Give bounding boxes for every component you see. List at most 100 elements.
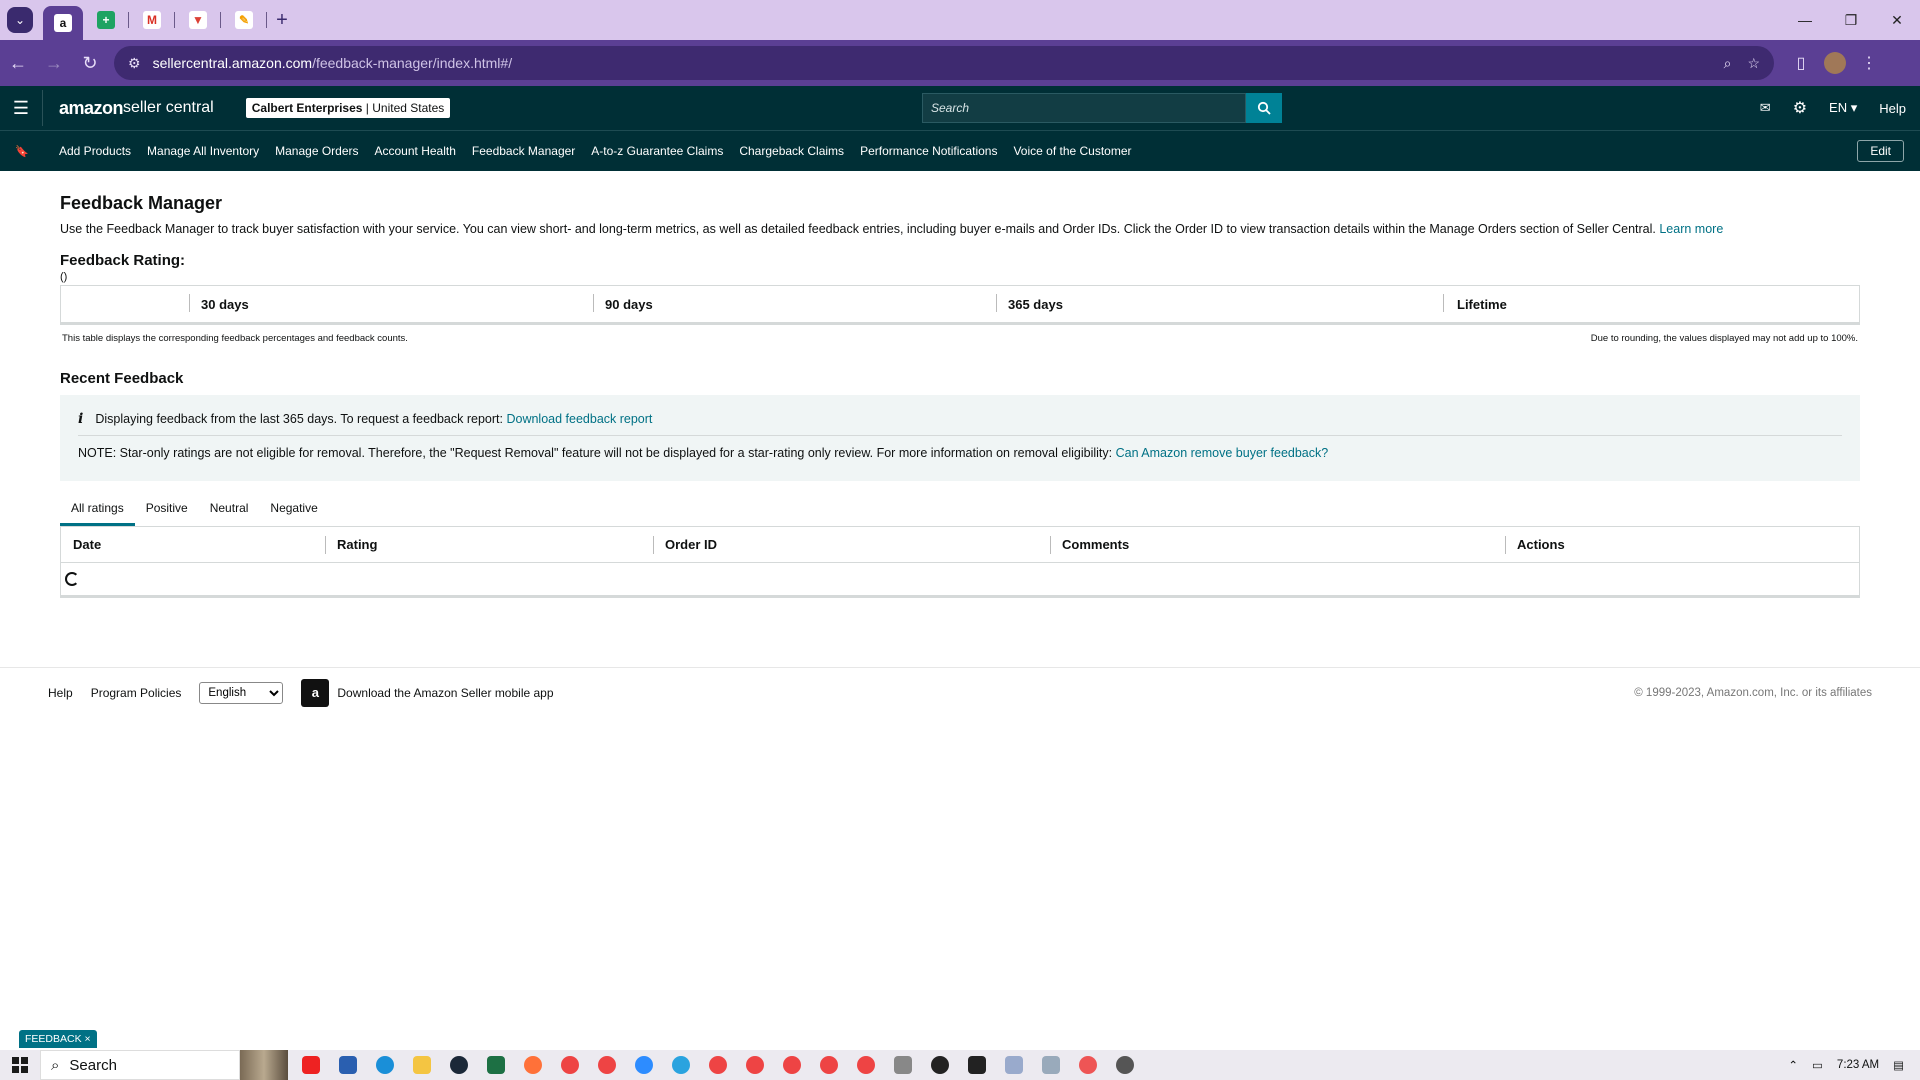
main-content: Feedback Manager Use the Feedback Manage… (60, 171, 1860, 598)
pen-favicon-icon: ✎ (235, 11, 253, 29)
zoom-icon[interactable]: ⌕ (1724, 55, 1732, 72)
settings-gear-icon[interactable]: ⚙ (1793, 98, 1807, 118)
page-footer: Help Program Policies English a Download… (0, 667, 1920, 717)
notifications-icon[interactable]: ▤ (1893, 1058, 1904, 1072)
feedback-widget-tab[interactable]: FEEDBACK × (19, 1030, 97, 1048)
tab-all-ratings[interactable]: All ratings (60, 501, 135, 526)
taskbar-chrome-2-icon[interactable] (598, 1056, 616, 1074)
browser-menu-icon[interactable]: ⋮ (1852, 46, 1886, 80)
nav-a-to-z-claims[interactable]: A-to-z Guarantee Claims (591, 144, 723, 158)
taskbar-excel-icon[interactable] (487, 1056, 505, 1074)
mobile-app-link[interactable]: a Download the Amazon Seller mobile app (301, 678, 554, 707)
windows-taskbar: ⌕ Search ⌃ ▭ 7:23 AM ▤ (0, 1050, 1920, 1080)
taskbar-chrome-4-icon[interactable] (746, 1056, 764, 1074)
footer-language-select[interactable]: English (199, 681, 284, 704)
taskbar-firefox-icon[interactable] (524, 1056, 542, 1074)
profile-avatar[interactable] (1818, 46, 1852, 80)
tab-todoist[interactable]: ▼ (175, 6, 221, 34)
hamburger-menu-icon[interactable]: ☰ (0, 98, 42, 119)
minimize-icon[interactable]: — (1782, 0, 1828, 40)
intro-text: Use the Feedback Manager to track buyer … (60, 222, 1656, 236)
restore-icon[interactable]: ❐ (1828, 0, 1874, 40)
taskbar-terminal-icon[interactable] (968, 1056, 986, 1074)
tab-negative[interactable]: Negative (259, 501, 328, 526)
todoist-favicon-icon: ▼ (189, 11, 207, 29)
taskbar-app-blue-icon[interactable] (339, 1056, 357, 1074)
taskbar-edge-icon[interactable] (376, 1056, 394, 1074)
col-order-id[interactable]: Order ID (653, 535, 1050, 554)
mail-icon[interactable]: ✉ (1760, 100, 1771, 116)
tray-chevron-icon[interactable]: ⌃ (1788, 1058, 1798, 1072)
new-tab-button[interactable]: + (267, 6, 297, 34)
nav-performance-notifications[interactable]: Performance Notifications (860, 144, 997, 158)
nav-account-health[interactable]: Account Health (375, 144, 456, 158)
close-window-icon[interactable]: ✕ (1874, 0, 1920, 40)
taskbar-github-icon[interactable] (931, 1056, 949, 1074)
bookmark-icon[interactable]: 🔖 (0, 145, 44, 158)
taskbar-search[interactable]: ⌕ Search (40, 1050, 240, 1080)
footer-help-link[interactable]: Help (48, 686, 73, 700)
taskbar-app-red-icon[interactable] (302, 1056, 320, 1074)
taskbar-search-label: Search (69, 1056, 117, 1074)
taskbar-zoom-icon[interactable] (635, 1056, 653, 1074)
side-panel-icon[interactable]: ▯ (1784, 46, 1818, 80)
forward-icon[interactable]: → (36, 45, 72, 81)
taskbar-chrome-5-icon[interactable] (783, 1056, 801, 1074)
taskbar-apps (302, 1056, 1134, 1074)
edit-nav-button[interactable]: Edit (1857, 140, 1904, 162)
nav-chargeback-claims[interactable]: Chargeback Claims (739, 144, 844, 158)
taskbar-chrome-6-icon[interactable] (820, 1056, 838, 1074)
taskbar-steam-icon[interactable] (450, 1056, 468, 1074)
rating-col-365-days: 365 days (996, 294, 1443, 314)
nav-feedback-manager[interactable]: Feedback Manager (472, 144, 575, 158)
windows-start-icon[interactable] (0, 1057, 40, 1073)
amazon-seller-central-logo[interactable]: amazon seller central (42, 90, 214, 126)
col-rating[interactable]: Rating (325, 535, 653, 554)
nav-voice-of-customer[interactable]: Voice of the Customer (1013, 144, 1131, 158)
feedback-table: Date Rating Order ID Comments Actions (60, 526, 1860, 598)
col-comments[interactable]: Comments (1050, 535, 1505, 554)
address-bar[interactable]: ⚙ sellercentral.amazon.com/feedback-mana… (114, 46, 1774, 80)
back-icon[interactable]: ← (0, 45, 36, 81)
amazon-app-icon: a (301, 678, 330, 707)
taskbar-chrome-7-icon[interactable] (857, 1056, 875, 1074)
taskbar-chrome-icon[interactable] (561, 1056, 579, 1074)
help-link[interactable]: Help (1879, 101, 1906, 116)
col-actions[interactable]: Actions (1505, 535, 1805, 554)
taskbar-chrome-3-icon[interactable] (709, 1056, 727, 1074)
battery-icon[interactable]: ▭ (1812, 1058, 1823, 1072)
nav-manage-orders[interactable]: Manage Orders (275, 144, 358, 158)
tab-search-icon[interactable]: ⌄ (7, 7, 33, 33)
taskbar-snipping-icon[interactable] (1042, 1056, 1060, 1074)
account-switcher[interactable]: Calbert Enterprises | United States (245, 98, 451, 118)
tab-sheets[interactable]: + (83, 6, 129, 34)
removal-eligibility-link[interactable]: Can Amazon remove buyer feedback? (1116, 446, 1329, 460)
taskbar-settings-icon[interactable] (1116, 1056, 1134, 1074)
language-selector[interactable]: EN ▾ (1829, 100, 1857, 116)
nav-manage-inventory[interactable]: Manage All Inventory (147, 144, 259, 158)
tab-positive[interactable]: Positive (135, 501, 199, 526)
bookmark-star-icon[interactable]: ☆ (1747, 55, 1760, 72)
nav-add-products[interactable]: Add Products (59, 144, 131, 158)
tab-gmail[interactable]: M (129, 6, 175, 34)
taskbar-app-pink-icon[interactable] (1079, 1056, 1097, 1074)
url-path: /feedback-manager/index.html#/ (312, 55, 513, 71)
taskbar-notepad-icon[interactable] (1005, 1056, 1023, 1074)
taskbar-calculator-icon[interactable] (894, 1056, 912, 1074)
site-info-icon[interactable]: ⚙ (128, 55, 141, 72)
tab-other[interactable]: ✎ (221, 6, 267, 34)
clock[interactable]: 7:23 AM (1837, 1059, 1879, 1071)
search-icon (1257, 101, 1271, 115)
search-button[interactable] (1246, 93, 1282, 123)
tab-amazon[interactable]: a (43, 6, 83, 40)
download-report-link[interactable]: Download feedback report (506, 412, 652, 426)
taskbar-file-explorer-icon[interactable] (413, 1056, 431, 1074)
page-title: Feedback Manager (60, 193, 223, 213)
search-input[interactable] (922, 93, 1246, 123)
taskbar-telegram-icon[interactable] (672, 1056, 690, 1074)
tab-neutral[interactable]: Neutral (199, 501, 260, 526)
learn-more-link[interactable]: Learn more (1659, 222, 1723, 236)
col-date[interactable]: Date (61, 536, 325, 554)
reload-icon[interactable]: ↻ (72, 45, 108, 81)
footer-program-policies-link[interactable]: Program Policies (91, 686, 182, 700)
